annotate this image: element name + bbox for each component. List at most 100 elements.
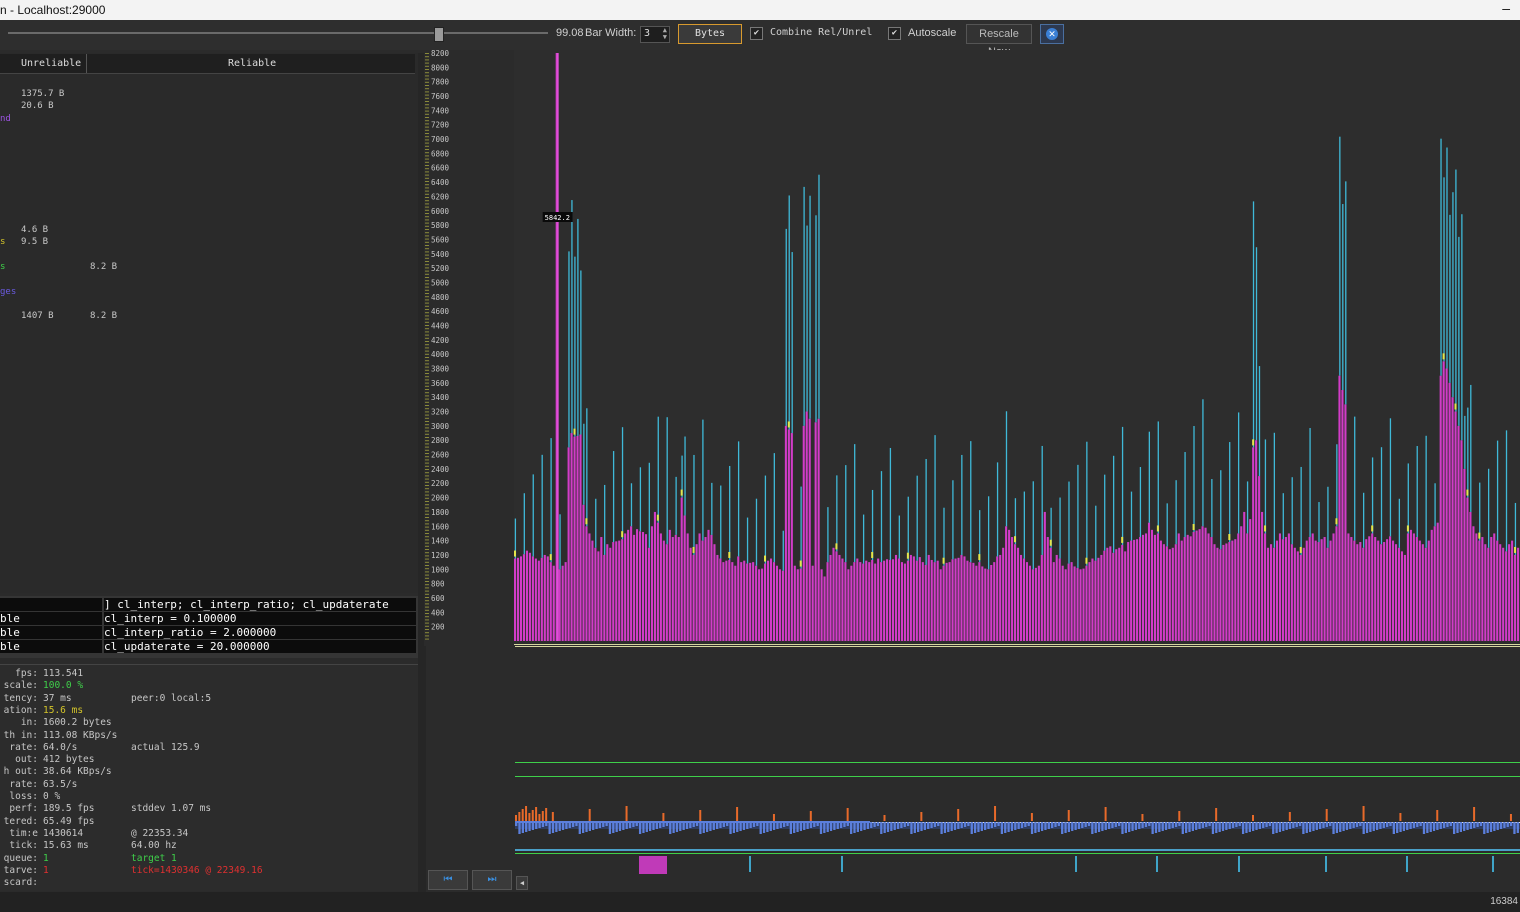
- bandwidth-bar: [957, 557, 960, 641]
- y-tick-label: 4600: [431, 307, 450, 316]
- stat-value: 65.49 fps: [43, 815, 95, 827]
- y-tick-mark: [425, 597, 429, 598]
- close-graph-button[interactable]: ✕: [1040, 24, 1064, 44]
- bandwidth-bar: [1159, 540, 1162, 641]
- bandwidth-bar: [1329, 540, 1332, 641]
- bandwidth-bar: [1100, 554, 1103, 641]
- timeline-event-tick: [1075, 856, 1077, 872]
- timeline-tick-blue: [960, 822, 963, 828]
- y-tick-mark: [425, 142, 429, 144]
- bandwidth-bar: [1406, 533, 1409, 641]
- bandwidth-bar: [1317, 542, 1320, 641]
- scroll-left-arrow-icon[interactable]: ◀: [516, 876, 528, 890]
- bandwidth-bar: [537, 560, 540, 641]
- autoscale-checkbox[interactable]: ✔: [888, 27, 901, 40]
- stat-value: 15.63 ms: [43, 840, 89, 852]
- bandwidth-bar-overlay: [782, 530, 784, 571]
- bytes-button[interactable]: Bytes: [678, 24, 742, 44]
- spin-arrows-icon[interactable]: ▲ ▼: [663, 27, 667, 41]
- bandwidth-bar-overlay: [1488, 468, 1490, 548]
- bandwidth-bar: [1356, 544, 1359, 641]
- bandwidth-bar-overlay: [835, 543, 838, 550]
- row-total-reliable: 8.2 B: [90, 311, 118, 321]
- bandwidth-bar: [665, 544, 668, 641]
- timeline-tick-blue: [1074, 822, 1077, 830]
- zoom-slider-thumb[interactable]: [434, 27, 444, 42]
- timeline-tick-blue: [994, 822, 997, 827]
- timeline-tick-orange: [736, 807, 739, 821]
- bar-width-spinbox[interactable]: 3 ▲ ▼: [640, 26, 670, 43]
- bandwidth-bar: [1311, 533, 1314, 641]
- bandwidth-bar: [615, 541, 618, 641]
- bandwidth-bar-overlay: [788, 195, 790, 430]
- rescale-now-button[interactable]: Rescale Now: [966, 24, 1032, 58]
- combine-checkbox[interactable]: ✔: [750, 27, 763, 40]
- y-tick-label: 6000: [431, 207, 450, 216]
- jump-start-button[interactable]: ⏮: [428, 870, 468, 890]
- timeline-tick-blue: [1248, 822, 1251, 832]
- bandwidth-bar-overlay: [1049, 539, 1052, 546]
- jump-end-button[interactable]: ⏭: [472, 870, 512, 890]
- timeline-lane: [515, 853, 1520, 854]
- bandwidth-bar-overlay: [586, 408, 588, 527]
- timeline-tick-blue: [618, 822, 622, 831]
- timeline-tick-blue: [638, 822, 642, 834]
- zoom-slider-track[interactable]: [8, 32, 548, 34]
- bandwidth-bar: [1094, 560, 1097, 641]
- timeline-tick-blue: [833, 822, 836, 830]
- y-tick-mark: [425, 395, 429, 397]
- bandwidth-bar-overlay: [1264, 525, 1267, 532]
- bandwidth-bar-overlay: [1478, 532, 1481, 539]
- timeline-tick-blue: [1288, 822, 1292, 829]
- bandwidth-bar: [909, 554, 912, 641]
- bandwidth-bar: [1326, 547, 1329, 641]
- bandwidth-bar: [993, 562, 996, 641]
- timeline-tick-blue: [622, 822, 625, 830]
- timeline-tick-blue: [1181, 822, 1184, 834]
- timeline-tick-blue: [947, 822, 950, 832]
- timeline-panel: [426, 646, 1520, 892]
- bandwidth-bar-overlay: [925, 458, 927, 565]
- bandwidth-bar: [1070, 562, 1073, 641]
- bandwidth-bar: [1231, 540, 1234, 641]
- timeline-tick-blue: [1298, 822, 1302, 826]
- bandwidth-bar-overlay: [514, 550, 516, 557]
- y-tick-mark: [425, 251, 429, 253]
- row-unreliable: 9.5 B: [21, 237, 49, 247]
- stat-value: 1: [43, 864, 49, 876]
- title-bar: n - Localhost:29000 –: [0, 0, 1520, 20]
- bandwidth-bar: [927, 554, 930, 641]
- timeline-tick-blue: [1141, 822, 1144, 828]
- bandwidth-bar: [567, 447, 570, 641]
- stat-label: queue:: [3, 852, 38, 864]
- bandwidth-bar: [710, 534, 713, 641]
- bandwidth-bar: [1058, 558, 1061, 641]
- timeline-tick-blue: [923, 822, 926, 830]
- timeline-tick-blue: [555, 822, 558, 832]
- timeline-tick-blue: [860, 822, 863, 831]
- timeline-tick-blue: [806, 822, 809, 829]
- timeline-tick-blue: [1516, 822, 1519, 833]
- bandwidth-bar-overlay: [1059, 497, 1061, 559]
- y-tick-mark: [425, 481, 429, 483]
- timeline-tick-orange: [1141, 814, 1144, 821]
- bandwidth-bar-overlay: [836, 475, 838, 552]
- timeline-tick-orange: [538, 814, 541, 821]
- y-tick-mark: [425, 56, 429, 58]
- y-tick-mark: [425, 616, 429, 618]
- bandwidth-bar-overlay: [799, 560, 802, 567]
- timeline-tick-blue: [856, 822, 859, 832]
- timeline-tick-blue: [679, 822, 682, 831]
- timeline-tick-blue: [870, 822, 873, 828]
- timeline-tick-blue: [1278, 822, 1282, 832]
- stat-label: h out:: [3, 766, 38, 778]
- bandwidth-bar-overlay: [523, 493, 525, 555]
- bandwidth-bar: [653, 511, 656, 641]
- stat-label: rate:: [9, 778, 38, 790]
- minimize-button[interactable]: –: [1502, 0, 1510, 16]
- bandwidth-bar: [1106, 547, 1109, 641]
- bandwidth-bar-overlay: [785, 228, 787, 426]
- y-tick-label: 2600: [431, 451, 450, 460]
- timeline-tick-blue: [829, 822, 833, 831]
- timeline-tick-blue: [1389, 822, 1392, 826]
